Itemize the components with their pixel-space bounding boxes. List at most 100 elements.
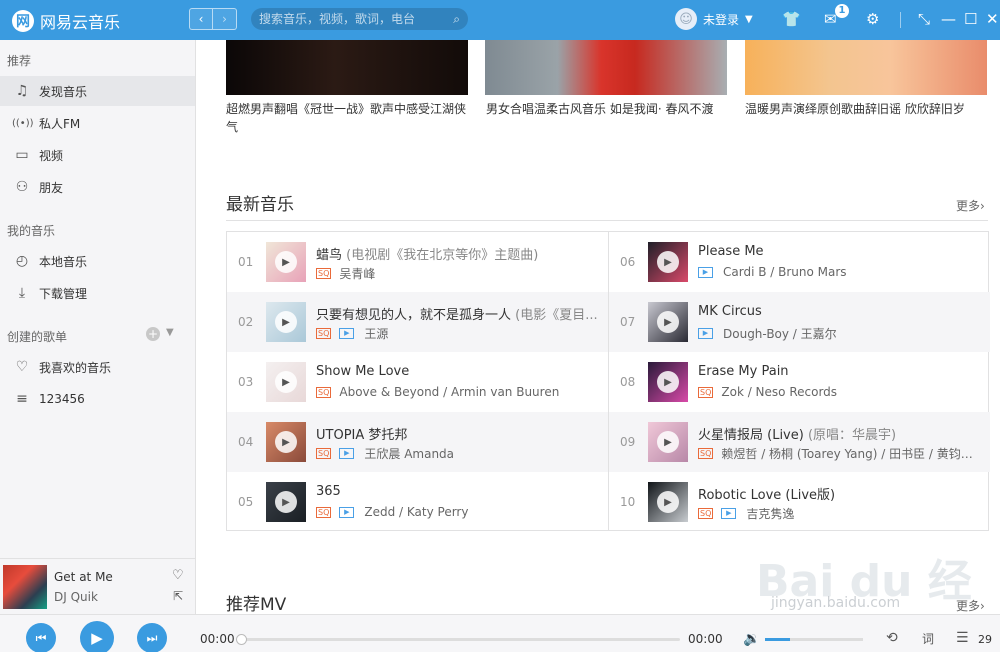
song-artist[interactable]: 吉克隽逸 — [746, 505, 794, 522]
play-icon[interactable]: ▶ — [275, 491, 297, 513]
song-row[interactable]: 07 ▶ MK Circus ▶ Dough-Boy / 王嘉尔 — [609, 292, 990, 352]
play-icon[interactable]: ▶ — [657, 491, 679, 513]
song-cover[interactable]: ▶ — [266, 362, 306, 402]
settings-gear-icon[interactable]: ⚙ — [866, 10, 879, 28]
play-button[interactable]: ▶ — [80, 621, 114, 652]
playlist-icon[interactable]: ☰ — [956, 630, 969, 646]
song-row[interactable]: 04 ▶ UTOPIA 梦托邦 SQ ▶ 王欣晨 Amanda — [227, 412, 608, 472]
back-button[interactable]: ‹ — [189, 8, 213, 30]
share-icon[interactable]: ⇱ — [173, 589, 183, 603]
song-artist[interactable]: Zok / Neso Records — [721, 385, 837, 399]
song-title[interactable]: 火星情报局 (Live) (原唱：华晨宇) — [698, 424, 980, 443]
song-title[interactable]: Please Me — [698, 244, 980, 259]
app-logo[interactable]: 网 网易云音乐 — [12, 9, 120, 33]
play-icon[interactable]: ▶ — [657, 371, 679, 393]
mv-icon[interactable]: ▶ — [698, 266, 713, 278]
song-cover[interactable]: ▶ — [266, 302, 306, 342]
song-row[interactable]: 03 ▶ Show Me Love SQ Above & Beyond / Armin … — [227, 352, 608, 412]
search-icon[interactable]: ⌕ — [453, 12, 460, 27]
add-playlist-icon[interactable]: + — [146, 327, 160, 341]
song-row[interactable]: 05 ▶ 365 SQ ▶ Zedd / Katy Perry — [227, 472, 608, 532]
video-caption[interactable]: 超燃男声翻唱《冠世一战》歌声中感受江湖侠气 — [226, 100, 472, 136]
play-icon[interactable]: ▶ — [275, 251, 297, 273]
video-thumbnail[interactable] — [745, 40, 987, 95]
play-icon[interactable]: ▶ — [657, 311, 679, 333]
volume-slider[interactable] — [765, 638, 863, 641]
video-caption[interactable]: 温暖男声演绎原创歌曲辞旧谣 欣欣辞旧岁 — [745, 100, 991, 118]
play-icon[interactable]: ▶ — [275, 431, 297, 453]
song-row[interactable]: 09 ▶ 火星情报局 (Live) (原唱：华晨宇) SQ 赖煜哲 / 杨桐 (Toar… — [609, 412, 990, 472]
song-cover[interactable]: ▶ — [648, 482, 688, 522]
song-title[interactable]: 蜡鸟 (电视剧《我在北京等你》主题曲) — [316, 244, 598, 263]
song-row[interactable]: 02 ▶ 只要有想见的人，就不是孤身一人 (电影《夏目... SQ ▶ 王源 — [227, 292, 608, 352]
song-artist[interactable]: 赖煜哲 / 杨桐 (Toarey Yang) / 田书臣 / 黄钧泽 ... — [721, 445, 980, 462]
now-playing-artist[interactable]: DJ Quik — [54, 590, 98, 604]
mv-icon[interactable]: ▶ — [339, 448, 355, 459]
song-cover[interactable]: ▶ — [648, 242, 688, 282]
sidebar-item-private-fm[interactable]: ((•)) 私人FM — [0, 108, 195, 138]
loop-mode-icon[interactable]: ⟲ — [886, 630, 898, 646]
song-title[interactable]: Erase My Pain — [698, 364, 980, 379]
latest-music-more-link[interactable]: 更多› — [956, 197, 985, 214]
mv-icon[interactable]: ▶ — [339, 328, 355, 339]
song-cover[interactable]: ▶ — [648, 302, 688, 342]
next-track-button[interactable]: ⏭ — [137, 623, 167, 652]
login-label[interactable]: 未登录 — [703, 11, 739, 28]
minimize-icon[interactable]: — — [941, 10, 956, 28]
volume-icon[interactable]: 🔉 — [743, 631, 760, 647]
song-title[interactable]: 365 — [316, 484, 598, 499]
sidebar-item-liked-music[interactable]: ♡ 我喜欢的音乐 — [0, 352, 195, 382]
song-cover[interactable]: ▶ — [648, 362, 688, 402]
video-thumbnail[interactable] — [226, 40, 468, 95]
user-menu[interactable]: ☺ 未登录 ▼ — [675, 8, 753, 30]
song-cover[interactable]: ▶ — [266, 422, 306, 462]
song-cover[interactable]: ▶ — [648, 422, 688, 462]
song-title[interactable]: MK Circus — [698, 304, 980, 319]
progress-bar[interactable] — [236, 634, 680, 645]
like-heart-icon[interactable]: ♡ — [172, 568, 184, 583]
caret-down-icon[interactable]: ▼ — [745, 14, 753, 25]
play-icon[interactable]: ▶ — [657, 251, 679, 273]
search-box[interactable]: ⌕ — [251, 8, 468, 30]
sidebar-item-friends[interactable]: ⚇ 朋友 — [0, 172, 195, 202]
maximize-icon[interactable]: ☐ — [964, 10, 977, 28]
song-artist[interactable]: 吴青峰 — [339, 265, 375, 282]
video-thumbnail[interactable] — [485, 40, 727, 95]
song-title[interactable]: Robotic Love (Live版) — [698, 484, 980, 503]
user-avatar-icon[interactable]: ☺ — [675, 8, 697, 30]
song-row[interactable]: 01 ▶ 蜡鸟 (电视剧《我在北京等你》主题曲) SQ 吴青峰 — [227, 232, 608, 292]
song-cover[interactable]: ▶ — [266, 482, 306, 522]
play-icon[interactable]: ▶ — [657, 431, 679, 453]
now-playing-cover[interactable] — [3, 565, 47, 609]
mv-icon[interactable]: ▶ — [339, 506, 355, 518]
skin-icon[interactable]: 👕 — [782, 10, 801, 28]
song-row[interactable]: 06 ▶ Please Me ▶ Cardi B / Bruno Mars — [609, 232, 990, 292]
song-artist[interactable]: 王源 — [364, 325, 388, 342]
sidebar-item-playlist-123456[interactable]: ≡ 123456 — [0, 384, 195, 414]
previous-track-button[interactable]: ⏮ — [26, 623, 56, 652]
song-title[interactable]: Show Me Love — [316, 364, 598, 379]
now-playing-panel[interactable]: Get at Me DJ Quik ♡ ⇱ — [0, 558, 195, 614]
search-input[interactable] — [259, 12, 454, 26]
video-caption[interactable]: 男女合唱温柔古风音乐 如是我闻· 春风不渡 — [486, 100, 732, 118]
close-icon[interactable]: ✕ — [986, 10, 999, 28]
song-artist[interactable]: Dough-Boy / 王嘉尔 — [723, 325, 837, 342]
sidebar-item-downloads[interactable]: ⤓ 下载管理 — [0, 278, 195, 308]
sidebar-item-video[interactable]: ▭ 视频 — [0, 140, 195, 170]
play-icon[interactable]: ▶ — [275, 371, 297, 393]
song-title[interactable]: 只要有想见的人，就不是孤身一人 (电影《夏目... — [316, 304, 598, 323]
progress-knob[interactable] — [236, 634, 247, 645]
forward-button[interactable]: › — [213, 8, 237, 30]
play-icon[interactable]: ▶ — [275, 311, 297, 333]
song-artist[interactable]: Cardi B / Bruno Mars — [723, 265, 847, 279]
song-row[interactable]: 10 ▶ Robotic Love (Live版) SQ ▶ 吉克隽逸 — [609, 472, 990, 532]
song-row[interactable]: 08 ▶ Erase My Pain SQ Zok / Neso Records — [609, 352, 990, 412]
mini-mode-icon[interactable]: ⤡ — [918, 10, 930, 28]
now-playing-title[interactable]: Get at Me — [54, 570, 113, 584]
sidebar-item-local-music[interactable]: ◴ 本地音乐 — [0, 246, 195, 276]
chevron-down-icon[interactable]: ▼ — [166, 327, 174, 338]
song-title[interactable]: UTOPIA 梦托邦 — [316, 424, 598, 443]
song-artist[interactable]: Zedd / Katy Perry — [364, 505, 468, 519]
song-artist[interactable]: 王欣晨 Amanda — [364, 445, 454, 462]
song-artist[interactable]: Above & Beyond / Armin van Buuren — [339, 385, 559, 399]
